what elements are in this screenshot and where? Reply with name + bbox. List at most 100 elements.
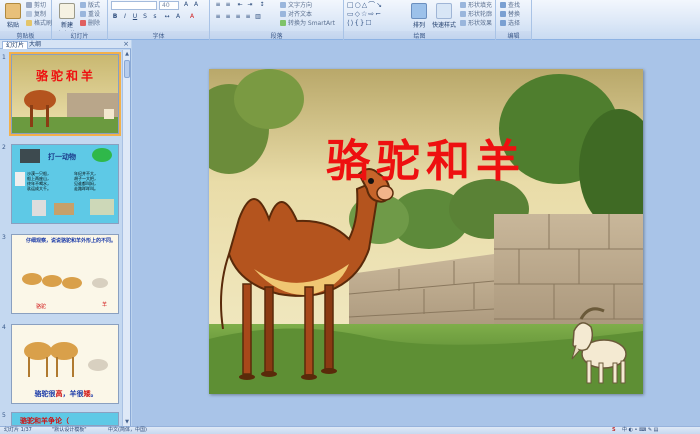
ribbon: 粘贴 剪切 复制 格式刷 剪贴板 新建 幻灯片 版式 重设 删除 幻灯片 40 … [0,0,700,40]
drawing-group: □○△⌒↘ ▭◇☆⇨⌐ ⟨⟩{}☐ 排列 快速样式 形状填充 形状轮廓 形状效果 绘… [344,0,496,40]
language-indicator[interactable]: 中文(简体，中国) [108,427,147,434]
replace-icon [500,11,506,17]
text-direction-icon [280,2,286,8]
slide-title[interactable]: 骆驼和羊 [209,125,643,189]
thumb-5-text: 骆驼和羊争论（ [20,417,69,425]
editing-group-label: 编辑 [496,31,531,40]
smartart-button[interactable]: 转换为 SmartArt [280,20,335,28]
slide-editing-area: 骆驼和羊 [132,40,700,426]
thumb-2-photo-panda [15,172,25,186]
slide-count: 幻灯片 1/37 [4,427,32,433]
brush-icon [26,20,32,26]
change-case-icon[interactable]: A [174,13,182,21]
editing-group: 查找 替换 选择 编辑 [496,0,532,40]
slides-group: 新建 幻灯片 版式 重设 删除 幻灯片 [52,0,108,40]
slide-thumb-image: 打一动物 沙漠一只船， 船上两座山， 终年不喝水， 驮运成大千。 年纪并不大， … [11,144,119,224]
close-icon[interactable]: × [123,40,129,48]
char-spacing-icon[interactable]: ↔ [163,13,171,21]
tab-outline[interactable]: 大纲 [26,41,44,49]
font-size-combo[interactable]: 40 [159,1,179,10]
slide-thumb-4[interactable]: 4 骆驼很高，羊很矮。 [0,324,122,408]
columns-icon[interactable]: ▥ [254,13,262,21]
align-text-button[interactable]: 对齐文本 [280,11,312,19]
slide-thumb-5[interactable]: 5 骆驼和羊争论（ [0,412,122,426]
underline-button[interactable]: U [131,13,139,21]
font-name-combo[interactable] [111,1,157,10]
slide-thumb-3[interactable]: 3 仔细观察，说说骆驼和羊外形上的不同。 骆驼 羊 [0,234,122,318]
current-slide[interactable]: 骆驼和羊 [209,69,643,394]
align-center-icon[interactable]: ≡ [224,13,232,21]
reset-button[interactable]: 重设 [80,11,100,19]
delete-icon [80,20,86,26]
panel-tabs: 幻灯片 大纲 × [0,40,131,49]
quick-styles-button[interactable]: 快速样式 [430,3,458,29]
cut-button[interactable]: 剪切 [26,2,46,10]
thumb-2-photo-camel [54,203,74,215]
thumb-4-camels [24,342,108,377]
bullets-icon[interactable]: ≡ [214,1,222,9]
fill-icon [460,2,466,8]
scissors-icon [26,2,32,8]
align-right-icon[interactable]: ≡ [234,13,242,21]
layout-button[interactable]: 版式 [80,2,100,10]
shapes-gallery[interactable]: □○△⌒↘ ▭◇☆⇨⌐ ⟨⟩{}☐ [347,1,397,29]
slide-thumb-image: 骆驼很高，羊很矮。 [11,324,119,404]
decrease-indent-icon[interactable]: ⇤ [236,1,244,9]
shrink-font-icon[interactable]: A [192,1,200,9]
grow-font-icon[interactable]: A [182,1,190,9]
arrange-button[interactable]: 排列 [408,3,430,29]
justify-icon[interactable]: ≡ [244,13,252,21]
font-group-label: 字体 [108,31,209,40]
copy-button[interactable]: 复制 [26,11,46,19]
shadow-icon[interactable]: s [151,13,159,21]
shape-outline-button[interactable]: 形状轮廓 [460,11,492,19]
find-button[interactable]: 查找 [500,2,520,10]
ime-icon[interactable]: S [612,427,616,434]
find-icon [500,2,506,8]
clipboard-group: 粘贴 剪切 复制 格式刷 剪贴板 [0,0,52,40]
reset-icon [80,11,86,17]
slide-number: 4 [2,324,6,331]
increase-indent-icon[interactable]: ⇥ [246,1,254,9]
line-spacing-icon[interactable]: ↕ [258,1,266,9]
thumb-2-photo-zebra [32,200,46,216]
thumb-3-label-camel: 骆驼 [36,304,47,310]
shape-fill-button[interactable]: 形状填充 [460,2,492,10]
scroll-down-icon[interactable]: ▼ [123,418,131,426]
slide-thumb-image: 骆驼和羊 [9,52,121,136]
tab-slides[interactable]: 幻灯片 [2,41,29,49]
scroll-up-icon[interactable]: ▲ [123,50,131,58]
thumb-2-title: 打一动物 [48,153,76,161]
italic-button[interactable]: I [121,13,129,21]
format-painter-button[interactable]: 格式刷 [26,20,52,28]
shape-effects-button[interactable]: 形状效果 [460,20,492,28]
thumbnail-scrollbar[interactable]: ▲ ▼ [122,50,130,426]
strikethrough-icon[interactable]: S [141,13,149,21]
slide-thumb-2[interactable]: 2 打一动物 沙漠一只船， 船上两座山， 终年不喝水， 驮运成大千。 年纪并不大… [0,144,122,228]
arrange-icon [411,3,427,19]
thumb-3-label-sheep: 羊 [102,302,108,308]
ime-toolbar-icons[interactable]: 中 ◐ • ⌨ ✎ ▤ [622,427,658,434]
align-text-icon [280,11,286,17]
align-left-icon[interactable]: ≡ [214,13,222,21]
thumb-1-title: 骆驼和羊 [35,69,96,83]
paragraph-group-label: 段落 [210,31,343,40]
paste-button[interactable]: 粘贴 [2,3,24,29]
delete-slide-button[interactable]: 删除 [80,20,100,28]
thumb-2-left-text: 沙漠一只船， 船上两座山， 终年不喝水， 驮运成大千。 [27,171,51,191]
slide-thumb-1[interactable]: 1 骆驼和羊 [0,52,122,138]
status-bar: 幻灯片 1/37 "默认设计模板" 中文(简体，中国) S 中 ◐ • ⌨ ✎ … [0,426,700,434]
font-color-icon[interactable]: A [188,13,196,21]
slide-thumb-image: 仔细观察，说说骆驼和羊外形上的不同。 骆驼 羊 [11,234,119,314]
clipboard-group-label: 剪贴板 [0,31,51,40]
font-group: 40 A A B I U S s ↔ A A 字体 [108,0,210,40]
select-button[interactable]: 选择 [500,20,520,28]
text-direction-button[interactable]: 文字方向 [280,2,312,10]
thumb-3-text: 仔细观察，说说骆驼和羊外形上的不同。 [26,238,117,244]
thumb-2-photo-sheep [90,199,114,215]
copy-icon [26,11,32,17]
scrollbar-thumb[interactable] [124,60,130,78]
replace-button[interactable]: 替换 [500,11,520,19]
numbering-icon[interactable]: ≡ [224,1,232,9]
bold-button[interactable]: B [111,13,119,21]
